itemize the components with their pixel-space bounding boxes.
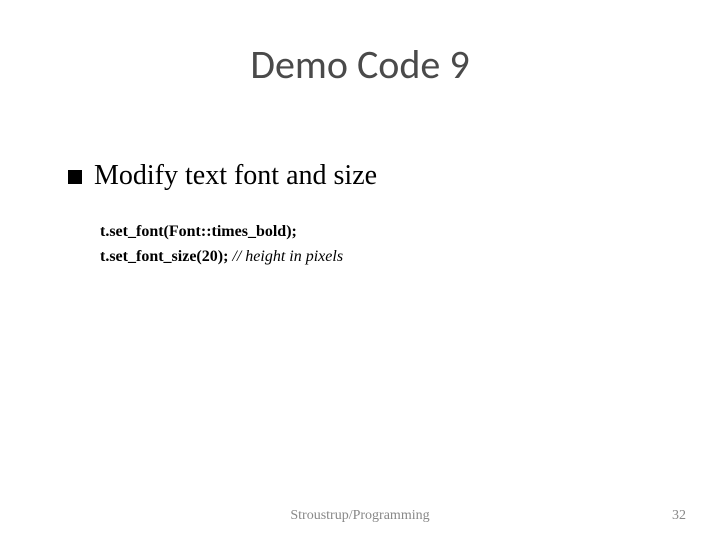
square-bullet-icon [68, 170, 82, 184]
code-line-2-bold: t.set_font_size(20); [100, 248, 228, 265]
slide-container: Demo Code 9 Modify text font and size t.… [0, 0, 720, 540]
slide-footer: Stroustrup/Programming [0, 508, 720, 524]
code-line-2: t.set_font_size(20); // height in pixels [100, 245, 660, 270]
code-line-2-comment: // height in pixels [228, 248, 343, 265]
bullet-text: Modify text font and size [94, 160, 377, 192]
page-number: 32 [672, 508, 686, 524]
bullet-item: Modify text font and size [68, 160, 660, 192]
slide-content: Modify text font and size t.set_font(Fon… [68, 160, 660, 270]
code-line-1: t.set_font(Font::times_bold); [100, 220, 660, 245]
code-block: t.set_font(Font::times_bold); t.set_font… [100, 220, 660, 270]
slide-title: Demo Code 9 [0, 0, 720, 89]
